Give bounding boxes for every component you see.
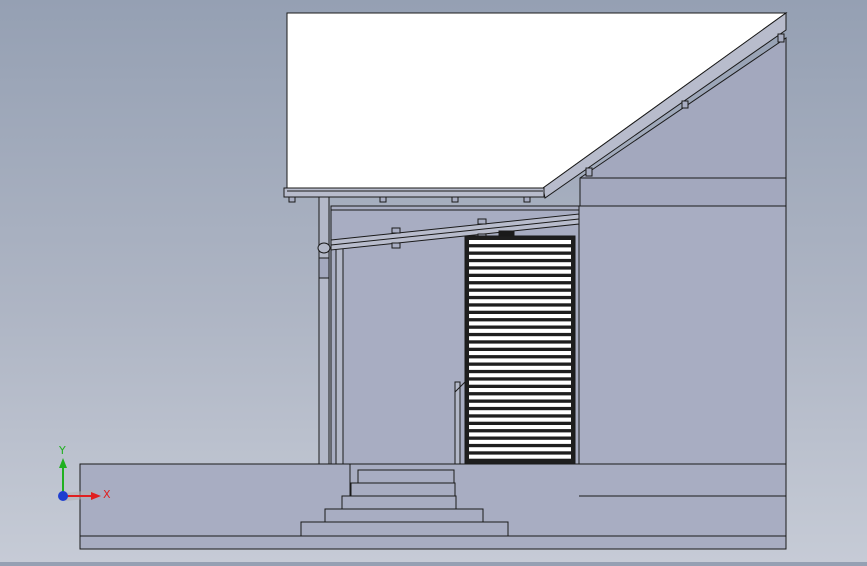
shutter-slat <box>469 328 571 333</box>
shutter-slat <box>469 284 571 289</box>
downpipe <box>318 196 330 465</box>
shutter-slat <box>469 306 571 311</box>
shutter-slat <box>469 373 571 378</box>
triad-y-label: Y <box>58 444 66 457</box>
shutter-slat <box>469 439 571 444</box>
shutter-slat <box>469 262 571 267</box>
shutter-slat <box>469 240 571 245</box>
shutter-slat <box>469 343 571 348</box>
triad-x-label: X <box>103 488 111 501</box>
shutter-slat <box>469 432 571 437</box>
shutter-slat <box>469 395 571 400</box>
shutter-slat <box>469 454 571 459</box>
shutter-slat <box>469 291 571 296</box>
shutter-slat <box>469 417 571 422</box>
shutter-slat <box>469 447 571 452</box>
ground-slab <box>79 535 787 550</box>
shutter-slat <box>469 269 571 274</box>
shutter-slat <box>469 254 571 259</box>
shutter-slat <box>469 388 571 393</box>
shutter-slat <box>469 277 571 282</box>
shutter-slat <box>469 314 571 319</box>
shutter-slat <box>469 247 571 252</box>
shutter-slat <box>469 351 571 356</box>
side-wall-lower <box>578 205 787 497</box>
shutter-slat <box>469 380 571 385</box>
shutter-slat <box>469 336 571 341</box>
shutter-slat <box>469 299 571 304</box>
shutter-slat <box>469 358 571 363</box>
shutter-slat <box>469 365 571 370</box>
shutter-slat <box>469 321 571 326</box>
shutter-slat <box>469 425 571 430</box>
building-elevation-drawing: Y X <box>58 12 788 550</box>
cad-viewport[interactable]: Y X <box>0 0 867 562</box>
porch-post <box>335 245 344 465</box>
roof-fascia <box>283 187 545 198</box>
shutter-slat <box>469 402 571 407</box>
shutter-slat <box>469 410 571 415</box>
